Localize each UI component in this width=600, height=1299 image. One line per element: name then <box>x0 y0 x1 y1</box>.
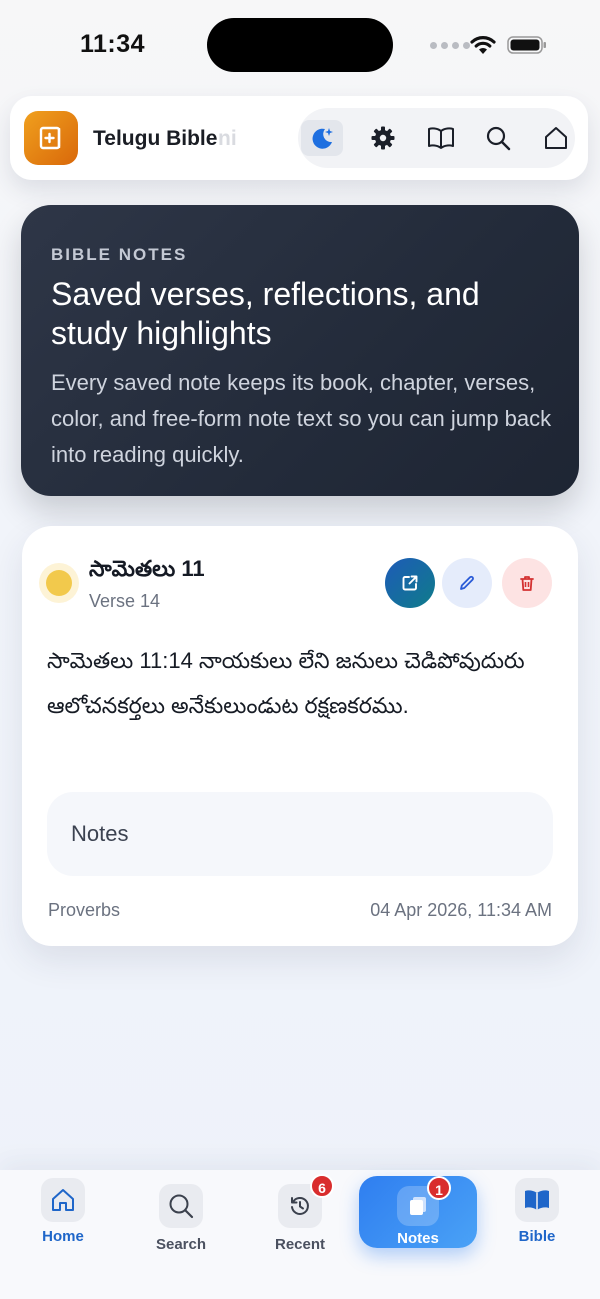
hero-description: Every saved note keeps its book, chapter… <box>51 370 552 467</box>
wifi-icon <box>470 36 496 54</box>
history-icon <box>291 1197 309 1215</box>
nav-search[interactable]: Search <box>136 1184 226 1253</box>
reading-book-button[interactable] <box>419 116 463 160</box>
note-verse-text: సామెతలు 11:14 నాయకులు లేని జనులు చెడిపోవ… <box>47 648 525 718</box>
nav-notes-label: Notes <box>397 1230 439 1247</box>
search-icon <box>169 1194 194 1219</box>
notes-icon <box>410 1197 426 1215</box>
edit-note-button[interactable] <box>442 558 492 608</box>
note-verse: Verse 14 <box>89 591 161 611</box>
status-bar: 11:34 <box>0 0 600 92</box>
nav-recent-label: Recent <box>274 1236 326 1253</box>
note-category: Proverbs <box>48 900 121 920</box>
home-button[interactable] <box>534 116 578 160</box>
dynamic-island <box>207 18 393 72</box>
delete-note-button[interactable] <box>502 558 552 608</box>
external-link-icon <box>402 575 418 591</box>
app-title-overflow: ni <box>218 127 237 150</box>
status-time: 11:34 <box>80 30 146 58</box>
search-button[interactable] <box>476 116 520 160</box>
nav-home-icon-wrap <box>41 1178 85 1222</box>
app-title: Telugu Bible <box>93 127 218 150</box>
bible-add-icon <box>39 126 61 150</box>
nav-search-label: Search <box>155 1236 207 1253</box>
settings-button[interactable] <box>361 116 405 160</box>
nav-search-icon-wrap <box>159 1184 203 1228</box>
app-top-bar: ni Telugu Bible <box>10 96 588 180</box>
open-book-icon <box>428 127 454 149</box>
search-icon <box>486 126 511 151</box>
notes-count-badge: 1 <box>427 1176 451 1200</box>
app-logo[interactable] <box>24 111 78 165</box>
home-icon <box>52 1189 74 1211</box>
open-in-reader-button[interactable] <box>385 558 435 608</box>
pencil-icon <box>460 575 474 590</box>
nav-bible-icon-wrap <box>515 1178 559 1222</box>
note-timestamp: 04 Apr 2026, 11:34 AM <box>370 900 552 920</box>
cellular-signal-icon <box>430 42 470 49</box>
nav-notes-icon-wrap: 1 <box>397 1176 451 1226</box>
notes-box: Notes <box>47 792 553 876</box>
notes-label: Notes <box>71 821 129 846</box>
gear-icon <box>371 126 395 150</box>
note-book-chapter: సామెతలు 11 <box>89 556 205 581</box>
note-color-dot <box>46 570 72 596</box>
nav-home[interactable]: Home <box>18 1178 108 1245</box>
notes-hero-banner: BIBLE NOTES Saved verses, reflections, a… <box>21 205 579 496</box>
moon-stars-icon <box>312 128 333 149</box>
hero-eyebrow: BIBLE NOTES <box>51 245 188 264</box>
nav-bible-label: Bible <box>518 1228 556 1245</box>
trash-icon <box>520 576 534 591</box>
home-icon <box>545 127 567 149</box>
battery-icon <box>507 36 546 54</box>
top-actions <box>298 108 575 168</box>
nav-home-label: Home <box>42 1228 84 1245</box>
recent-count-badge: 6 <box>310 1174 334 1198</box>
hero-title: Saved verses, reflections, and study hig… <box>51 276 480 351</box>
nav-recent[interactable]: 6 Recent <box>255 1174 345 1253</box>
nav-recent-icon-wrap: 6 <box>278 1174 334 1228</box>
nav-bible[interactable]: Bible <box>492 1178 582 1245</box>
book-icon <box>525 1190 549 1210</box>
nav-notes[interactable]: 1 Notes <box>359 1176 477 1248</box>
bottom-nav: Home Search 6 Recent 1 Notes Bible <box>0 1170 600 1299</box>
note-card[interactable]: సామెతలు 11 Verse 14 సామెతలు 11:14 నాయకుల… <box>22 526 578 946</box>
note-color-indicator <box>39 563 79 603</box>
theme-toggle-button[interactable] <box>301 120 343 156</box>
